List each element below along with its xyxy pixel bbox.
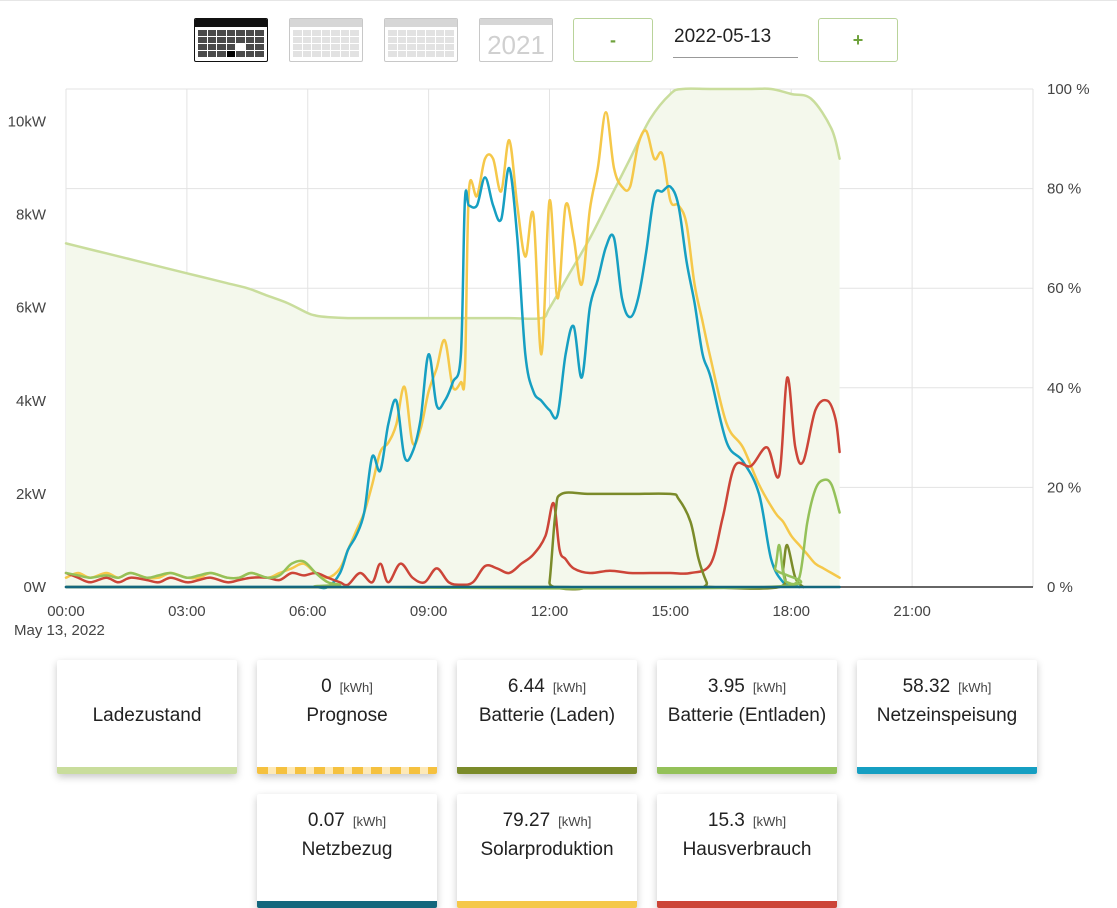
legend-card-batterie_laden[interactable]: 6.44 [kWh] Batterie (Laden) [457, 660, 637, 774]
y-left-tick-label: 4kW [16, 393, 47, 410]
card-unit: [kWh] [558, 814, 592, 829]
card-unit: [kWh] [958, 680, 992, 695]
card-label: Ladezustand [92, 705, 202, 726]
card-value: 6.44 [kWh] [457, 676, 637, 698]
legend-card-prognose[interactable]: 0 [kWh] Prognose [257, 660, 437, 774]
card-color-bar [257, 767, 437, 774]
week-view-button[interactable] [289, 18, 363, 62]
card-color-bar [657, 767, 837, 774]
card-unit: [kWh] [752, 814, 787, 829]
next-day-button[interactable]: + [818, 18, 898, 62]
card-value: 3.95 [kWh] [657, 676, 837, 698]
y-left-tick-label: 6kW [16, 300, 47, 317]
x-tick-label: 21:00 [893, 603, 931, 620]
x-tick-label: 12:00 [531, 603, 569, 620]
card-value-number: 79.27 [502, 810, 551, 831]
date-field[interactable]: 2022-05-13 [673, 20, 798, 58]
calendar-icon-header [195, 19, 267, 27]
x-tick-label: 09:00 [410, 603, 448, 620]
y-left-tick-label: 10kW [8, 114, 47, 131]
card-unit: [kWh] [339, 680, 373, 695]
y-right-tick-label: 60 % [1047, 280, 1081, 297]
card-label: Netzbezug [301, 839, 393, 860]
y-right-tick-label: 80 % [1047, 181, 1081, 198]
y-left-tick-label: 0W [24, 579, 47, 596]
y-right-tick-label: 100 % [1047, 81, 1090, 98]
x-tick-label: 06:00 [289, 603, 327, 620]
card-unit: [kWh] [752, 680, 787, 695]
x-tick-label: 18:00 [772, 603, 810, 620]
legend-card-ladezustand[interactable]: Ladezustand [57, 660, 237, 774]
month-calendar-icon [388, 30, 454, 57]
card-value-number: 3.95 [707, 676, 745, 697]
y-right-tick-label: 0 % [1047, 579, 1073, 596]
card-value: 79.27 [kWh] [457, 810, 637, 832]
card-value-number: 0.07 [307, 810, 345, 831]
previous-day-button[interactable]: - [573, 18, 653, 62]
card-label: Solarproduktion [480, 839, 614, 860]
card-value: 0.07 [kWh] [257, 810, 437, 832]
year-view-button[interactable]: 2021 [479, 18, 553, 62]
card-value: 58.32 [kWh] [857, 676, 1037, 698]
day-calendar-icon [198, 30, 264, 57]
energy-chart: 00:00 03:00 06:00 09:00 12:00 15:00 18:00 21:00… [8, 81, 1090, 639]
y-right-tick-label: 40 % [1047, 380, 1081, 397]
card-label: Batterie (Entladen) [667, 705, 827, 726]
x-date-label: May 13, 2022 [14, 622, 105, 639]
card-label: Batterie (Laden) [478, 705, 616, 726]
y-right-tick-label: 20 % [1047, 479, 1081, 496]
card-value-number: 15.3 [707, 810, 745, 831]
legend-card-netzeinspeisung[interactable]: 58.32 [kWh] Netzeinspeisung [857, 660, 1037, 774]
x-tick-label: 00:00 [47, 603, 85, 620]
y-left-tick-label: 2kW [16, 486, 47, 503]
view-toolbar: 2021 - 2022-05-13 + [0, 18, 1117, 64]
card-color-bar [457, 901, 637, 908]
top-divider [0, 0, 1117, 1]
card-unit: [kWh] [552, 680, 587, 695]
x-tick-label: 15:00 [652, 603, 690, 620]
year-label: 2021 [487, 30, 545, 60]
card-unit: [kWh] [352, 814, 387, 829]
card-value-number: 58.32 [902, 676, 951, 697]
day-view-button[interactable] [194, 18, 268, 62]
y-left-tick-label: 8kW [16, 207, 47, 224]
card-value-number: 6.44 [507, 676, 545, 697]
card-value: 15.3 [kWh] [657, 810, 837, 832]
card-color-bar [857, 767, 1037, 774]
card-value-number: 0 [321, 676, 332, 697]
card-label: Prognose [306, 705, 388, 726]
card-color-bar [657, 901, 837, 908]
card-label: Hausverbrauch [682, 839, 812, 860]
month-view-button[interactable] [384, 18, 458, 62]
week-calendar-icon [293, 30, 359, 57]
legend-card-batterie_entladen[interactable]: 3.95 [kWh] Batterie (Entladen) [657, 660, 837, 774]
card-color-bar [257, 901, 437, 908]
card-color-bar [57, 767, 237, 774]
card-color-bar [457, 767, 637, 774]
x-tick-label: 03:00 [168, 603, 206, 620]
card-value: 0 [kWh] [257, 676, 437, 698]
card-label: Netzeinspeisung [876, 705, 1018, 726]
